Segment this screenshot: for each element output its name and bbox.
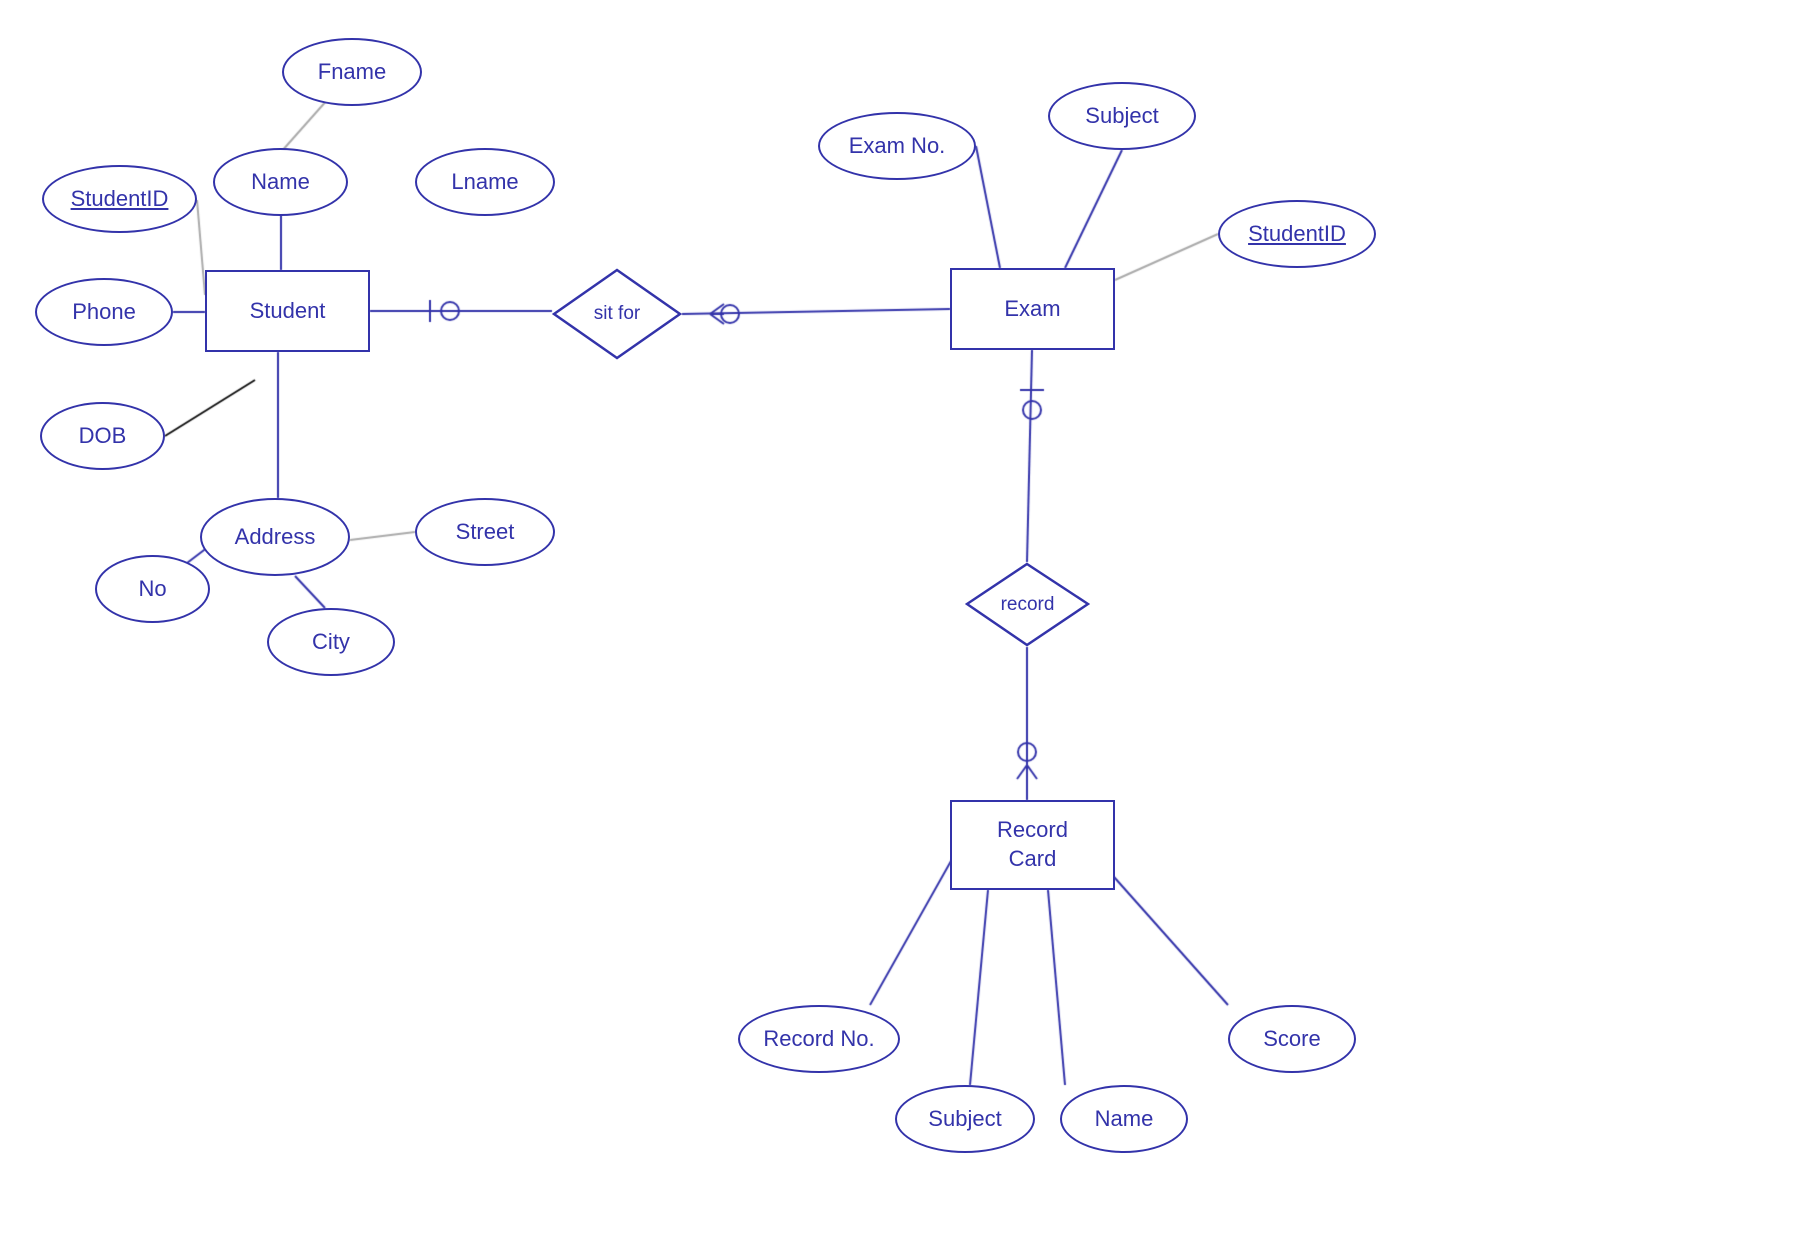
attr-subject-rc: Subject: [895, 1085, 1035, 1153]
relationship-sitfor: sit for: [552, 268, 682, 360]
attr-name: Name: [213, 148, 348, 216]
attr-dob: DOB: [40, 402, 165, 470]
entity-exam: Exam: [950, 268, 1115, 350]
attr-street: Street: [415, 498, 555, 566]
relationship-record: record: [965, 562, 1090, 647]
attr-score: Score: [1228, 1005, 1356, 1073]
er-diagram: Student Exam RecordCard Fname Name Lname…: [0, 0, 1800, 1250]
entity-student: Student: [205, 270, 370, 352]
attr-fname: Fname: [282, 38, 422, 106]
attr-studentid: StudentID: [42, 165, 197, 233]
attr-examno: Exam No.: [818, 112, 976, 180]
attr-no: No: [95, 555, 210, 623]
attr-subject-exam: Subject: [1048, 82, 1196, 150]
attr-studentid2: StudentID: [1218, 200, 1376, 268]
attr-address: Address: [200, 498, 350, 576]
attr-city: City: [267, 608, 395, 676]
attr-phone: Phone: [35, 278, 173, 346]
entity-recordcard: RecordCard: [950, 800, 1115, 890]
attr-lname: Lname: [415, 148, 555, 216]
attr-recordno: Record No.: [738, 1005, 900, 1073]
attr-name-rc: Name: [1060, 1085, 1188, 1153]
